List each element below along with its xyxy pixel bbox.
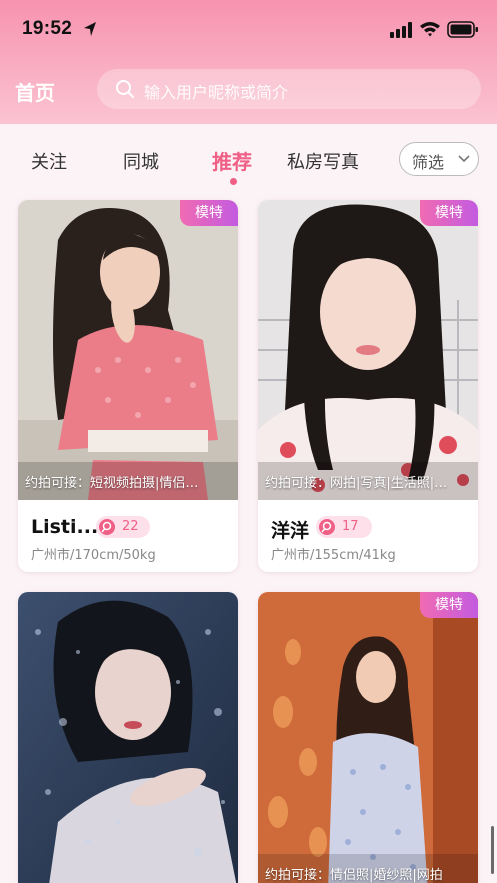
page-title: 首页 <box>15 81 55 105</box>
female-icon <box>99 519 115 535</box>
filter-button[interactable]: 筛选 <box>399 142 479 176</box>
shoot-caption: 约拍可接：网拍|写真|生活照|… <box>265 476 448 491</box>
model-name: 洋洋 <box>271 520 310 542</box>
photo-image <box>18 592 238 883</box>
model-meta: 广州市/155cm/41kg <box>271 548 396 563</box>
age-badge: 17 <box>316 516 372 538</box>
photo-image <box>18 200 238 500</box>
shoot-caption: 约拍可接：短视频拍摄|情侣… <box>25 476 199 491</box>
active-tab-indicator <box>230 178 237 185</box>
model-badge: 模特 <box>180 200 238 226</box>
tab-private-photo[interactable]: 私房写真 <box>287 148 359 174</box>
signal-icon <box>390 22 412 38</box>
tab-same-city[interactable]: 同城 <box>123 148 159 174</box>
model-card[interactable]: 模特 约拍可接：网拍|写真|生活照|… 洋洋 17 广州市/155cm/41kg <box>258 200 478 572</box>
model-badge: 模特 <box>420 592 478 618</box>
wifi-icon <box>420 22 440 37</box>
photo-image <box>258 200 478 500</box>
shoot-caption: 约拍可接：情侣照|婚纱照|网拍 <box>265 868 443 883</box>
age-badge: 22 <box>96 516 150 538</box>
status-bar: 19:52 <box>0 0 497 60</box>
model-card[interactable]: 模特 约拍可接：短视频拍摄|情侣… Listi... 22 广州市/170cm/… <box>18 200 238 572</box>
search-icon <box>116 80 134 98</box>
battery-icon <box>447 21 478 38</box>
model-card[interactable] <box>18 592 238 883</box>
female-icon <box>319 519 335 535</box>
tab-recommend[interactable]: 推荐 <box>212 146 252 175</box>
model-photo[interactable]: 模特 约拍可接：网拍|写真|生活照|… <box>258 200 478 500</box>
model-badge: 模特 <box>420 200 478 226</box>
status-time: 19:52 <box>22 18 73 39</box>
age-value: 17 <box>342 519 359 534</box>
search-input[interactable]: 输入用户昵称或简介 <box>97 69 481 109</box>
scrollbar[interactable] <box>491 826 494 874</box>
model-meta: 广州市/170cm/50kg <box>31 548 156 563</box>
model-photo[interactable]: 模特 约拍可接：情侣照|婚纱照|网拍 <box>258 592 478 883</box>
tab-follow[interactable]: 关注 <box>31 148 67 174</box>
search-placeholder: 输入用户昵称或简介 <box>144 83 289 102</box>
header-bar: 19:52 首页 输入用户昵称或简介 <box>0 0 497 124</box>
chevron-down-icon <box>458 155 470 163</box>
model-photo[interactable]: 模特 约拍可接：短视频拍摄|情侣… <box>18 200 238 500</box>
filter-label: 筛选 <box>412 153 445 172</box>
age-value: 22 <box>122 519 139 534</box>
model-card[interactable]: 模特 约拍可接：情侣照|婚纱照|网拍 <box>258 592 478 883</box>
model-name: Listi... <box>31 516 99 538</box>
photo-image <box>258 592 478 883</box>
location-arrow-icon <box>84 22 96 36</box>
model-photo[interactable] <box>18 592 238 883</box>
